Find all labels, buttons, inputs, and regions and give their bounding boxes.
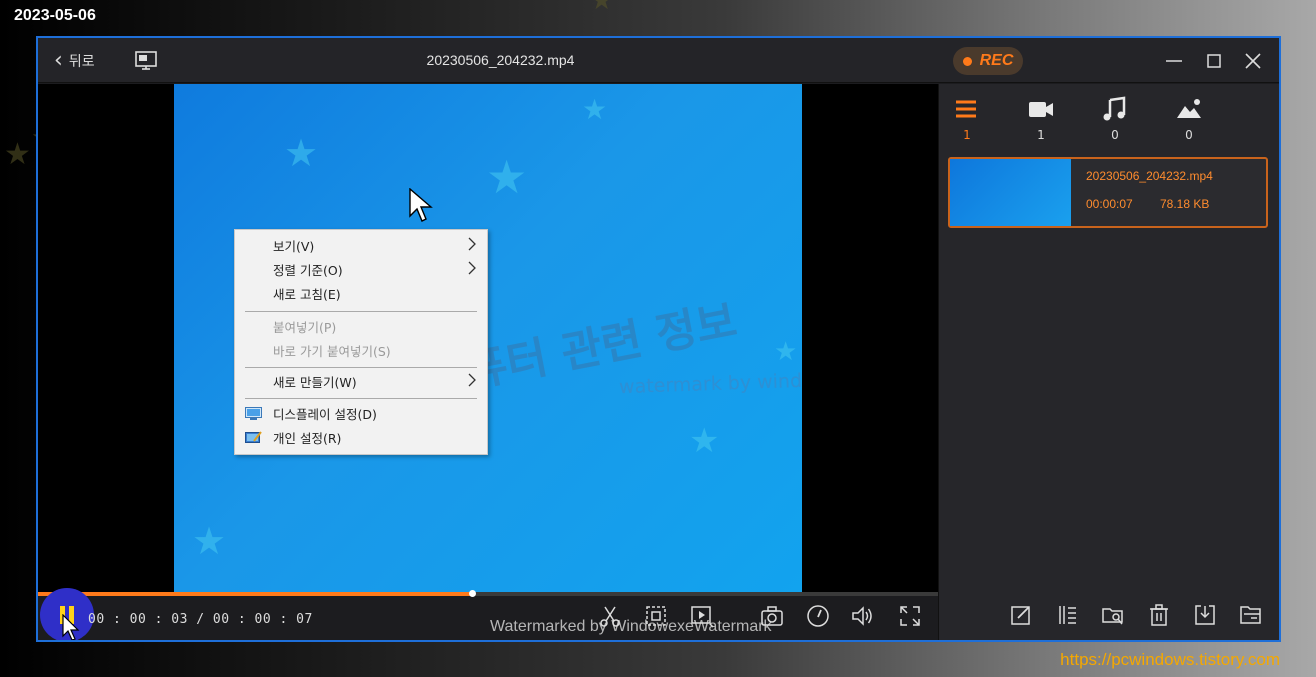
star-decoration: ★ (4, 137, 31, 172)
star-decoration: ★ (774, 337, 798, 367)
menu-item-label: 바로 가기 붙여넣기(S) (273, 343, 391, 359)
fullscreen-icon[interactable] (898, 604, 922, 628)
context-menu: 보기(V) 정렬 기준(O) 새로 고침(E) 붙여넣기(P) 바로 가기 붙여… (234, 229, 488, 455)
chevron-right-icon (468, 373, 476, 387)
tab-audio[interactable]: 0 (1095, 96, 1135, 142)
menu-divider (245, 398, 477, 399)
menu-item-paste-shortcut: 바로 가기 붙여넣기(S) (235, 338, 487, 362)
star-decoration: ★ (590, 0, 614, 16)
record-dot-icon (962, 56, 972, 66)
chevron-left-icon: ‹ (54, 48, 63, 73)
trim-icon[interactable] (1055, 603, 1079, 627)
image-icon (1177, 99, 1201, 118)
file-list-panel: 1 1 0 0 20230506_204232.mp4 00:00:07 78.… (938, 84, 1279, 640)
watermark-english: watermark by windowexe (618, 367, 802, 399)
edit-icon[interactable] (1009, 603, 1033, 627)
menu-item-display-settings[interactable]: 디스플레이 설정(D) (235, 401, 487, 425)
mouse-pointer-icon (409, 188, 433, 222)
tab-count: 1 (963, 128, 971, 142)
progress-thumb[interactable] (469, 590, 476, 597)
file-size: 78.18 KB (1160, 197, 1210, 211)
progress-bar[interactable] (38, 590, 938, 597)
video-viewport[interactable]: ★ ★ ★ ★ ★ ★ 컴퓨터 관련 정보 watermark by windo… (38, 84, 938, 592)
menu-item-label: 새로 고침(E) (273, 286, 341, 302)
export-icon[interactable] (1193, 603, 1217, 627)
progress-fill (38, 592, 472, 596)
star-decoration: ★ (689, 421, 720, 461)
chevron-right-icon (468, 261, 476, 275)
music-icon (1103, 96, 1126, 121)
volume-icon[interactable] (850, 604, 874, 628)
star-decoration: ★ (284, 131, 319, 175)
menu-item-view[interactable]: 보기(V) (235, 233, 487, 257)
menu-item-label: 붙여넣기(P) (273, 319, 337, 335)
bottom-watermark: Watermarked by WindowexeWatermark (490, 618, 772, 635)
video-frame: ★ ★ ★ ★ ★ ★ 컴퓨터 관련 정보 watermark by windo… (174, 84, 802, 592)
chevron-right-icon (468, 237, 476, 251)
site-url: https://pcwindows.tistory.com (1060, 650, 1280, 669)
menu-item-label: 개인 설정(R) (273, 430, 342, 446)
file-duration: 00:00:07 (1086, 197, 1133, 211)
date-label: 2023-05-06 (14, 7, 96, 24)
delete-icon[interactable] (1147, 603, 1171, 627)
tab-count: 1 (1037, 128, 1045, 142)
menu-item-label: 보기(V) (273, 238, 315, 254)
search-folder-icon[interactable] (1101, 603, 1125, 627)
menu-item-refresh[interactable]: 새로 고침(E) (235, 281, 487, 305)
mouse-pointer-icon (62, 614, 80, 640)
time-display: 00 : 00 : 03 / 00 : 00 : 07 (88, 612, 313, 627)
menu-item-label: 정렬 기준(O) (273, 262, 343, 278)
menu-item-paste: 붙여넣기(P) (235, 314, 487, 338)
tab-all-files[interactable]: 1 (947, 96, 987, 142)
video-player-window: ‹ 뒤로 20230506_204232.mp4 REC ★ ★ ★ ★ ★ ★… (36, 36, 1281, 642)
star-decoration: ★ (582, 93, 608, 126)
open-folder-icon[interactable] (1239, 603, 1263, 627)
menu-item-personalize[interactable]: 개인 설정(R) (235, 425, 487, 449)
tab-count: 0 (1111, 128, 1119, 142)
menu-item-sort[interactable]: 정렬 기준(O) (235, 257, 487, 281)
star-decoration: ★ (192, 519, 227, 563)
rec-label: REC (979, 52, 1014, 69)
time-separator: / (196, 612, 205, 627)
menu-divider (245, 367, 477, 368)
total-time: 00 : 00 : 07 (212, 612, 313, 627)
back-label: 뒤로 (68, 54, 95, 70)
maximize-button[interactable] (1202, 49, 1226, 73)
star-decoration: ★ (486, 150, 528, 204)
tab-image[interactable]: 0 (1169, 96, 1209, 142)
back-button[interactable]: ‹ 뒤로 (54, 50, 95, 72)
menu-item-new[interactable]: 새로 만들기(W) (235, 369, 487, 393)
screen-icon[interactable] (134, 50, 158, 72)
tab-count: 0 (1185, 128, 1193, 142)
display-settings-icon (245, 407, 262, 420)
rec-button[interactable]: REC (953, 47, 1023, 75)
titlebar: ‹ 뒤로 20230506_204232.mp4 REC (38, 38, 1279, 83)
file-item[interactable]: 20230506_204232.mp4 00:00:07 78.18 KB (948, 157, 1268, 228)
menu-divider (245, 311, 477, 312)
personalize-icon (245, 431, 262, 443)
window-title: 20230506_204232.mp4 (426, 52, 575, 68)
menu-item-label: 디스플레이 설정(D) (273, 406, 377, 422)
current-time: 00 : 00 : 03 (88, 612, 188, 627)
speed-icon[interactable] (806, 604, 830, 628)
file-name: 20230506_204232.mp4 (1086, 169, 1213, 183)
tab-video[interactable]: 1 (1021, 96, 1061, 142)
file-thumbnail (950, 159, 1071, 226)
close-button[interactable] (1241, 49, 1265, 73)
player-control-bar: 00 : 00 : 03 / 00 : 00 : 07 (38, 588, 938, 640)
minimize-button[interactable] (1162, 49, 1186, 73)
menu-item-label: 새로 만들기(W) (273, 374, 357, 390)
video-icon (1029, 102, 1053, 117)
list-icon (956, 100, 976, 118)
